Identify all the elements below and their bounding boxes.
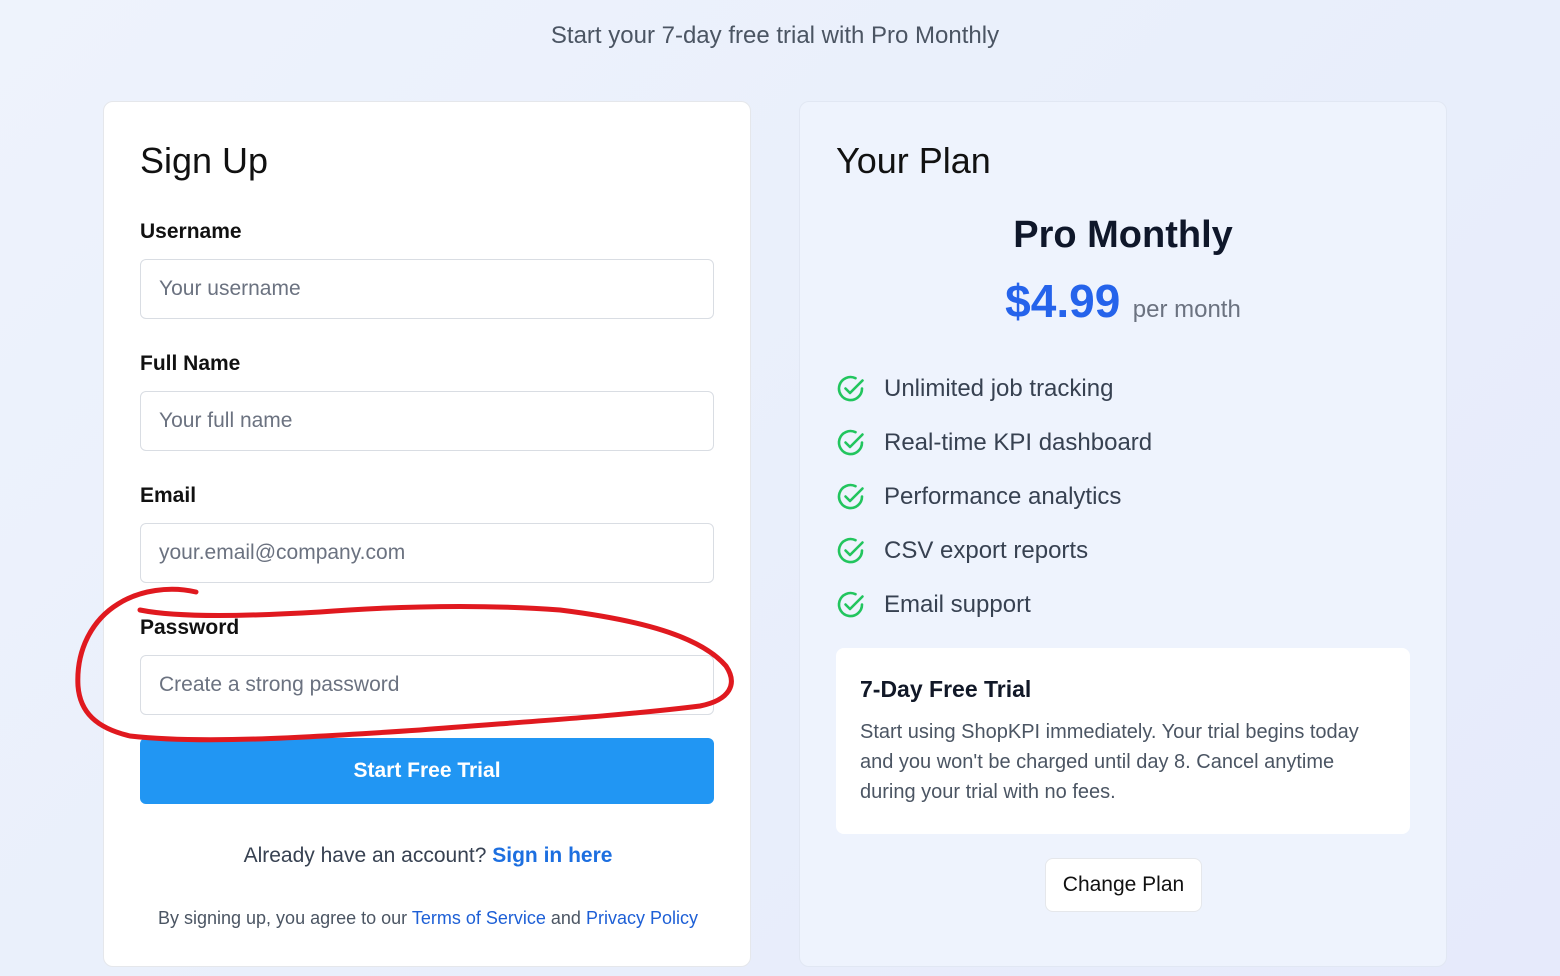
plan-period: per month — [1132, 296, 1241, 323]
username-input[interactable] — [140, 259, 714, 319]
terms-and: and — [550, 908, 581, 928]
price-row: $4.99 per month — [800, 274, 1446, 328]
plan-name: Pro Monthly — [1013, 214, 1233, 256]
password-label: Password — [140, 616, 240, 639]
check-circle-icon — [837, 537, 864, 564]
feature-text: CSV export reports — [884, 537, 1089, 564]
username-label: Username — [140, 220, 242, 243]
plan-price: $4.99 — [1005, 275, 1121, 327]
trial-description: Start using ShopKPI immediately. Your tr… — [860, 721, 1359, 803]
feature-list: Unlimited job tracking Real-time KPI das… — [836, 362, 1152, 632]
full-name-label: Full Name — [140, 352, 241, 375]
privacy-policy-link[interactable]: Privacy Policy — [586, 908, 698, 928]
feature-text: Email support — [884, 591, 1031, 618]
trial-info-box: 7-Day Free Trial Start using ShopKPI imm… — [836, 648, 1410, 834]
email-input[interactable] — [140, 523, 714, 583]
terms-prefix: By signing up, you agree to our — [157, 908, 408, 928]
trial-title: 7-Day Free Trial — [860, 676, 1032, 702]
full-name-input[interactable] — [140, 391, 714, 451]
feature-item: CSV export reports — [836, 524, 1152, 578]
change-plan-button[interactable]: Change Plan — [1045, 858, 1202, 912]
signin-prompt: Already have an account? — [243, 844, 487, 867]
page-subtitle: Start your 7-day free trial with Pro Mon… — [550, 22, 1000, 49]
terms-row: By signing up, you agree to our Terms of… — [104, 908, 752, 929]
signin-row: Already have an account? Sign in here — [104, 844, 752, 868]
password-input[interactable] — [140, 655, 714, 715]
terms-of-service-link[interactable]: Terms of Service — [412, 908, 546, 928]
plan-title: Your Plan — [836, 140, 991, 181]
feature-text: Performance analytics — [884, 483, 1122, 510]
feature-item: Email support — [836, 578, 1152, 632]
email-label: Email — [140, 484, 197, 507]
plan-card: Your Plan Pro Monthly $4.99 per month Un… — [799, 101, 1447, 967]
feature-text: Real-time KPI dashboard — [884, 429, 1153, 456]
check-circle-icon — [837, 429, 864, 456]
feature-item: Real-time KPI dashboard — [836, 416, 1152, 470]
page: Start your 7-day free trial with Pro Mon… — [0, 0, 1560, 976]
check-circle-icon — [837, 375, 864, 402]
feature-text: Unlimited job tracking — [884, 375, 1114, 402]
check-circle-icon — [837, 483, 864, 510]
check-circle-icon — [837, 591, 864, 618]
start-free-trial-button[interactable]: Start Free Trial — [140, 738, 714, 804]
feature-item: Unlimited job tracking — [836, 362, 1152, 416]
feature-item: Performance analytics — [836, 470, 1152, 524]
signup-card: Sign Up Username Full Name Email Passwor… — [103, 101, 751, 967]
signin-link[interactable]: Sign in here — [492, 844, 612, 867]
signup-title: Sign Up — [140, 140, 269, 181]
